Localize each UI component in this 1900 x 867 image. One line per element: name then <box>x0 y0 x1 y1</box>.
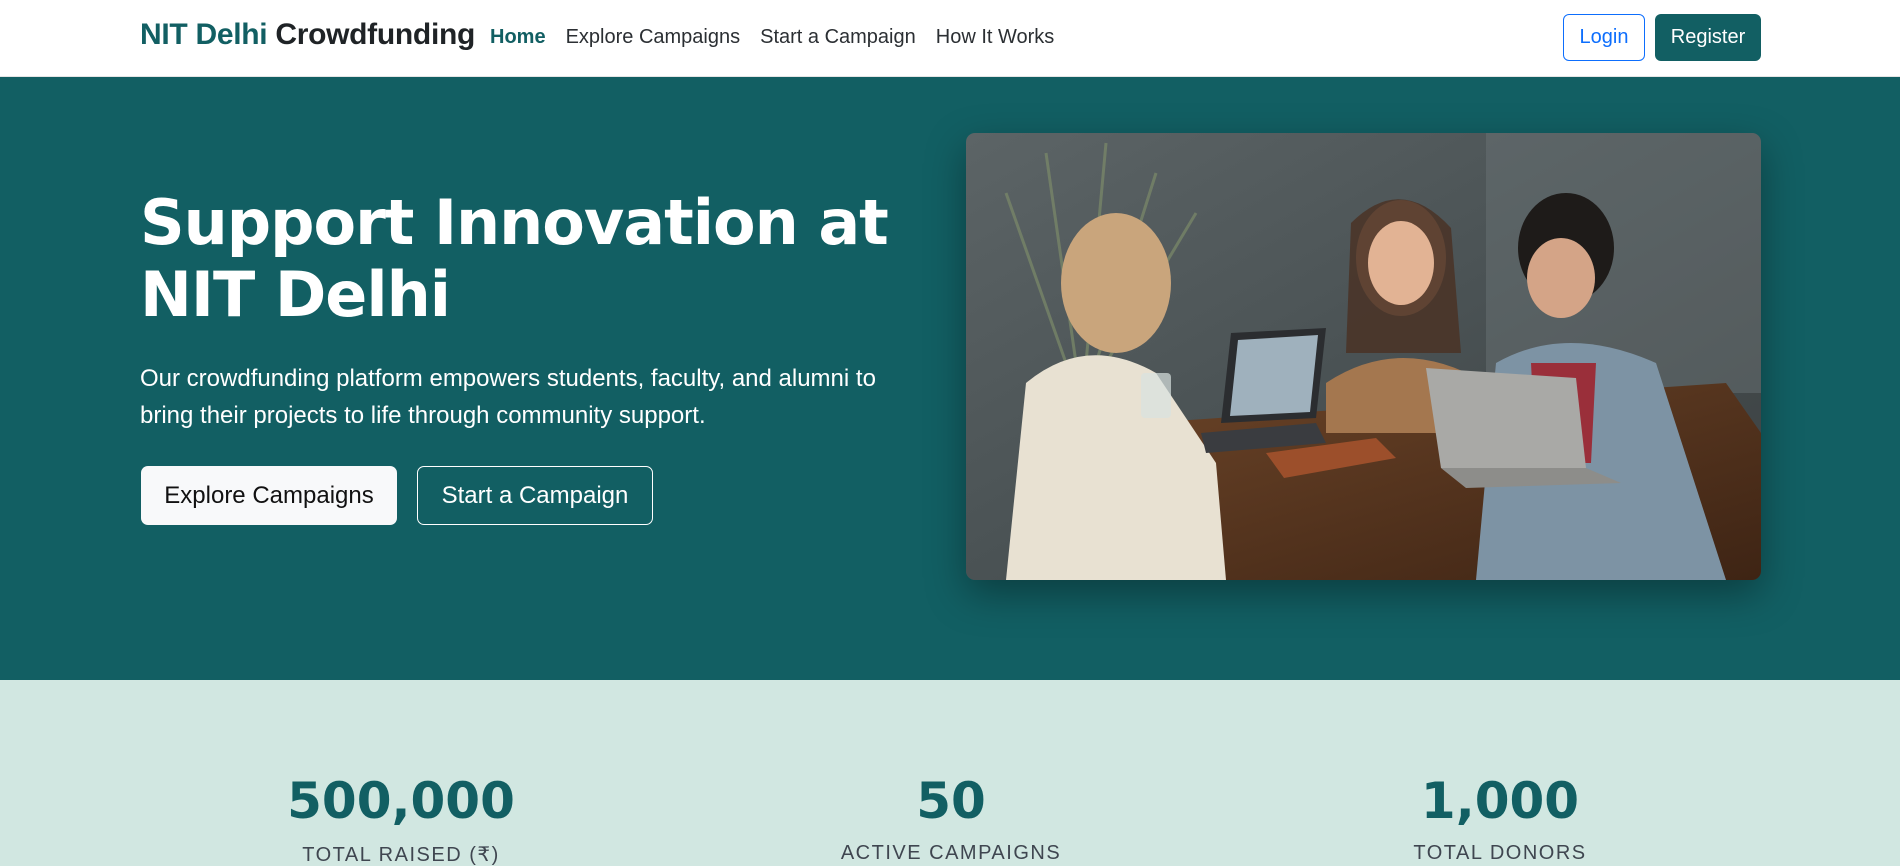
stat-value: 500,000 <box>287 772 515 830</box>
stat-total-donors: 1,000 TOTAL DONORS <box>1300 772 1700 865</box>
hero-photo <box>966 133 1761 580</box>
start-campaign-button[interactable]: Start a Campaign <box>417 466 653 525</box>
nav-link-start-campaign[interactable]: Start a Campaign <box>760 26 916 49</box>
stat-label: TOTAL DONORS <box>1413 842 1587 864</box>
brand-rest: Crowdfunding <box>275 18 476 51</box>
nav-link-home[interactable]: Home <box>490 26 546 49</box>
stat-value: 50 <box>916 772 986 830</box>
stat-value: 1,000 <box>1420 772 1580 830</box>
stat-total-raised: 500,000 TOTAL RAISED (₹) <box>201 772 601 867</box>
stat-label: TOTAL RAISED (₹) <box>302 844 500 866</box>
stat-label: ACTIVE CAMPAIGNS <box>840 842 1062 864</box>
hero-section: Support Innovation at NIT Delhi Our crow… <box>0 77 1900 680</box>
login-button[interactable]: Login <box>1563 14 1645 61</box>
hero-description: Our crowdfunding platform empowers stude… <box>140 365 876 429</box>
nav-link-explore-campaigns[interactable]: Explore Campaigns <box>566 26 741 49</box>
stats-section: 500,000 TOTAL RAISED (₹) 50 ACTIVE CAMPA… <box>0 680 1900 866</box>
explore-campaigns-button[interactable]: Explore Campaigns <box>141 466 397 525</box>
brand-accent: NIT Delhi <box>140 18 268 51</box>
nav-links: Home Explore Campaigns Start a Campaign … <box>490 26 1074 49</box>
brand-logo[interactable]: NIT Delhi Crowdfunding <box>140 18 475 52</box>
register-button[interactable]: Register <box>1655 14 1761 61</box>
hero-title: Support Innovation at NIT Delhi <box>140 186 889 331</box>
nav-link-how-it-works[interactable]: How It Works <box>936 26 1055 49</box>
navbar: NIT Delhi Crowdfunding Home Explore Camp… <box>0 0 1900 77</box>
stat-active-campaigns: 50 ACTIVE CAMPAIGNS <box>751 772 1151 865</box>
